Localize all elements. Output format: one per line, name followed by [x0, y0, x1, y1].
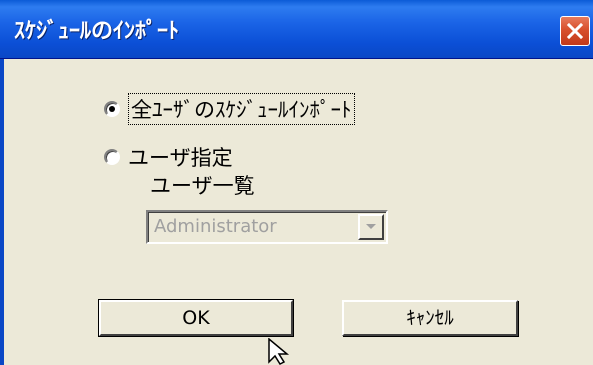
- dropdown-arrow-button[interactable]: [358, 214, 384, 240]
- cancel-button[interactable]: ｷｬﾝｾﾙ: [342, 300, 518, 336]
- close-button[interactable]: [560, 16, 590, 46]
- user-list-label: ユーザ一覧: [150, 174, 255, 198]
- close-icon: [567, 23, 583, 39]
- chevron-down-icon: [366, 224, 376, 229]
- radio-user-specified-label[interactable]: ユーザ指定: [128, 142, 233, 172]
- radio-all-users[interactable]: 全ﾕｰｻﾞのｽｹｼﾞｭｰﾙｲﾝﾎﾟｰﾄ: [104, 93, 355, 125]
- user-list-selected-value: Administrator: [154, 216, 277, 237]
- ok-button[interactable]: OK: [98, 299, 294, 337]
- window-title: ｽｹｼﾞｭｰﾙのｲﾝﾎﾟｰﾄ: [14, 19, 180, 44]
- user-list-dropdown[interactable]: Administrator: [146, 210, 388, 244]
- radio-all-users-button[interactable]: [104, 101, 120, 117]
- radio-user-specified[interactable]: ユーザ指定: [104, 142, 233, 172]
- radio-all-users-label[interactable]: 全ﾕｰｻﾞのｽｹｼﾞｭｰﾙｲﾝﾎﾟｰﾄ: [128, 93, 355, 125]
- radio-user-specified-button[interactable]: [104, 149, 120, 165]
- mouse-cursor-icon: [268, 338, 290, 365]
- title-bar[interactable]: ｽｹｼﾞｭｰﾙのｲﾝﾎﾟｰﾄ: [0, 0, 593, 59]
